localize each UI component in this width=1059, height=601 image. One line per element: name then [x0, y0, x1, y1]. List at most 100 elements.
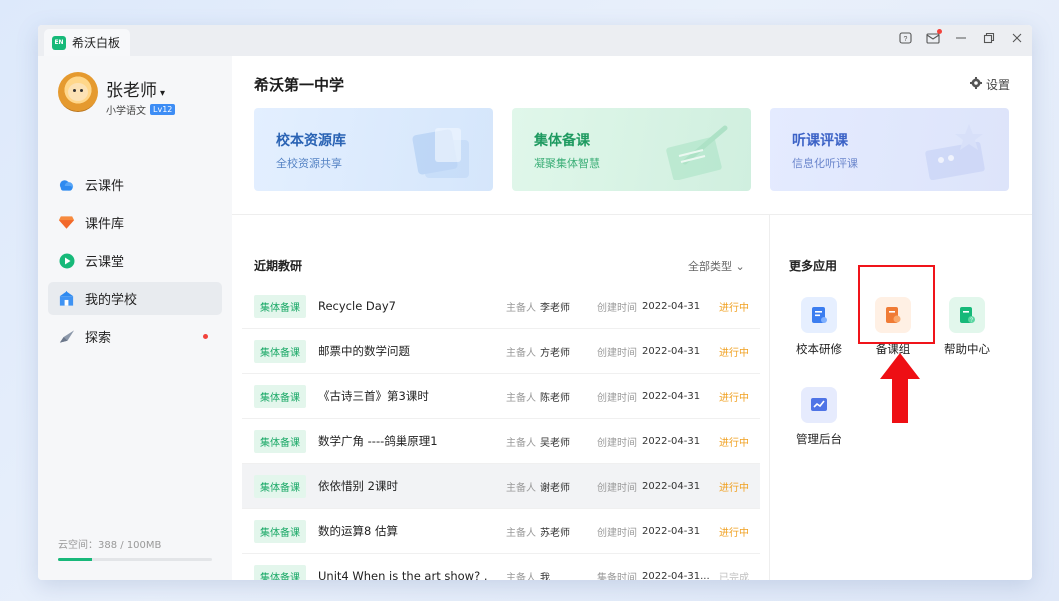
status-badge: 进行中 — [719, 392, 749, 404]
storage-label: 云空间：388 / 100MB — [58, 540, 162, 551]
restore-icon[interactable] — [982, 31, 996, 45]
avatar-face — [68, 83, 88, 101]
highlight-box — [858, 265, 935, 344]
type-tag: 集体备课 — [254, 384, 306, 408]
sidebar-item-label: 云课件 — [85, 179, 125, 194]
sidebar-item-label: 我的学校 — [85, 293, 138, 308]
diamond-icon — [58, 214, 75, 231]
time-value: 2022-04-31 — [642, 300, 701, 312]
owner-name: 谢老师 — [540, 482, 570, 494]
sidebar-item-cloud-classroom[interactable]: 云课堂 — [48, 244, 222, 277]
time-value: 2022-04-31 — [642, 435, 701, 447]
window-controls: ? — [898, 29, 1024, 45]
document-pen-illustration-icon — [666, 125, 728, 180]
sidebar-item-courseware-library[interactable]: 课件库 — [48, 206, 222, 239]
time-label: 创建时间 — [597, 437, 637, 449]
item-title: 邮票中的数学问题 — [318, 344, 410, 358]
list-item[interactable]: 集体备课 《古诗三首》第3课时 主备人 陈老师 创建时间 2022-04-31 … — [242, 374, 760, 419]
owner-label: 主备人 — [506, 482, 536, 494]
list-item[interactable]: 集体备课 Recycle Day7 主备人 李老师 创建时间 2022-04-3… — [242, 284, 760, 329]
storage-progress-bar — [58, 558, 212, 561]
owner-label: 主备人 — [506, 572, 536, 581]
notification-dot — [203, 334, 208, 339]
item-title: 依依惜别 2课时 — [318, 479, 398, 493]
type-tag: 集体备课 — [254, 294, 306, 318]
owner-name: 吴老师 — [540, 437, 570, 449]
owner-name: 苏老师 — [540, 527, 570, 539]
type-filter-dropdown[interactable]: 全部类型 ⌄ — [688, 258, 745, 274]
item-title: Recycle Day7 — [318, 299, 396, 313]
folder-illustration-icon — [412, 128, 469, 178]
app-tab[interactable]: EN 希沃白板 — [44, 29, 130, 56]
item-title: 《古诗三首》第3课时 — [318, 389, 429, 403]
owner-label: 主备人 — [506, 392, 536, 404]
sidebar-nav: 云课件 课件库 云课堂 我的学校 探索 — [48, 168, 222, 358]
time-label: 创建时间 — [597, 302, 637, 314]
app-label: 校本研修 — [796, 342, 842, 356]
settings-button[interactable]: 设置 — [969, 76, 1010, 93]
time-label: 创建时间 — [597, 482, 637, 494]
section-divider — [232, 214, 1032, 215]
gear-icon — [969, 77, 982, 92]
time-label: 创建时间 — [597, 392, 637, 404]
more-apps-title: 更多应用 — [789, 259, 838, 273]
user-subject: 小学语文 — [106, 106, 146, 117]
owner-label: 主备人 — [506, 437, 536, 449]
school-title: 希沃第一中学 — [254, 76, 345, 94]
app-school-research[interactable]: 校本研修 — [784, 297, 854, 357]
owner-name: 陈老师 — [540, 392, 570, 404]
time-value: 2022-04-31 — [642, 480, 701, 492]
card-title: 集体备课 — [534, 133, 590, 149]
card-subtitle: 信息化听评课 — [792, 157, 858, 170]
sidebar-item-explore[interactable]: 探索 — [48, 320, 222, 353]
status-badge: 进行中 — [719, 302, 749, 314]
list-item[interactable]: 集体备课 邮票中的数学问题 主备人 方老师 创建时间 2022-04-31 进行… — [242, 329, 760, 374]
status-badge: 进行中 — [719, 437, 749, 449]
sidebar-item-label: 探索 — [85, 331, 112, 346]
app-help-center[interactable]: ? 帮助中心 — [932, 297, 1002, 357]
status-badge: 进行中 — [719, 482, 749, 494]
owner-label: 主备人 — [506, 347, 536, 359]
type-tag: 集体备课 — [254, 429, 306, 453]
app-admin-console[interactable]: 管理后台 — [784, 387, 854, 447]
level-badge: Lv12 — [150, 104, 176, 115]
sidebar-item-cloud-courseware[interactable]: 云课件 — [48, 168, 222, 201]
close-icon[interactable] — [1010, 31, 1024, 45]
list-item[interactable]: 集体备课 数学广角 ----鸽巢原理1 主备人 吴老师 创建时间 2022-04… — [242, 419, 760, 464]
help-icon[interactable]: ? — [898, 31, 912, 45]
time-value: 2022-04-31... — [642, 570, 710, 581]
settings-label: 设置 — [985, 78, 1010, 92]
play-icon — [58, 252, 75, 269]
type-tag: 集体备课 — [254, 564, 306, 580]
app-name: 希沃白板 — [72, 36, 121, 50]
card-collective-prep[interactable]: 集体备课 凝聚集体智慧 — [512, 108, 751, 191]
user-name-menu[interactable]: 张老师 ▾ — [106, 76, 165, 101]
sidebar: 张老师 ▾ 小学语文 Lv12 云课件 课件库 云课堂 我的学校 探索 云空间：… — [38, 56, 232, 580]
type-tag: 集体备课 — [254, 339, 306, 363]
avatar[interactable] — [58, 72, 98, 112]
time-value: 2022-04-31 — [642, 345, 701, 357]
list-item[interactable]: 集体备课 Unit4 When is the art show? ... 主备人… — [242, 554, 760, 580]
time-label: 创建时间 — [597, 527, 637, 539]
item-title: 数的运算8 估算 — [318, 524, 398, 538]
cloud-icon — [58, 176, 75, 193]
card-school-resources[interactable]: 校本资源库 全校资源共享 — [254, 108, 493, 191]
card-lesson-evaluation[interactable]: 听课评课 信息化听评课 — [770, 108, 1009, 191]
time-value: 2022-04-31 — [642, 390, 701, 402]
rocket-icon — [58, 328, 75, 345]
svg-text:?: ? — [903, 36, 907, 43]
star-board-illustration-icon — [925, 124, 985, 180]
minimize-icon[interactable] — [954, 31, 968, 45]
list-item[interactable]: 集体备课 数的运算8 估算 主备人 苏老师 创建时间 2022-04-31 进行… — [242, 509, 760, 554]
user-subtitle: 小学语文 Lv12 — [106, 102, 176, 117]
chevron-down-icon: ⌄ — [735, 260, 745, 273]
time-value: 2022-04-31 — [642, 525, 701, 537]
sidebar-item-my-school[interactable]: 我的学校 — [48, 282, 222, 315]
type-tag: 集体备课 — [254, 474, 306, 498]
owner-name: 李老师 — [540, 302, 570, 314]
list-item[interactable]: 集体备课 依依惜别 2课时 主备人 谢老师 创建时间 2022-04-31 进行… — [242, 464, 760, 509]
mail-icon[interactable] — [926, 29, 942, 45]
owner-label: 主备人 — [506, 302, 536, 314]
arrow-up-icon — [880, 353, 920, 423]
status-badge: 进行中 — [719, 347, 749, 359]
